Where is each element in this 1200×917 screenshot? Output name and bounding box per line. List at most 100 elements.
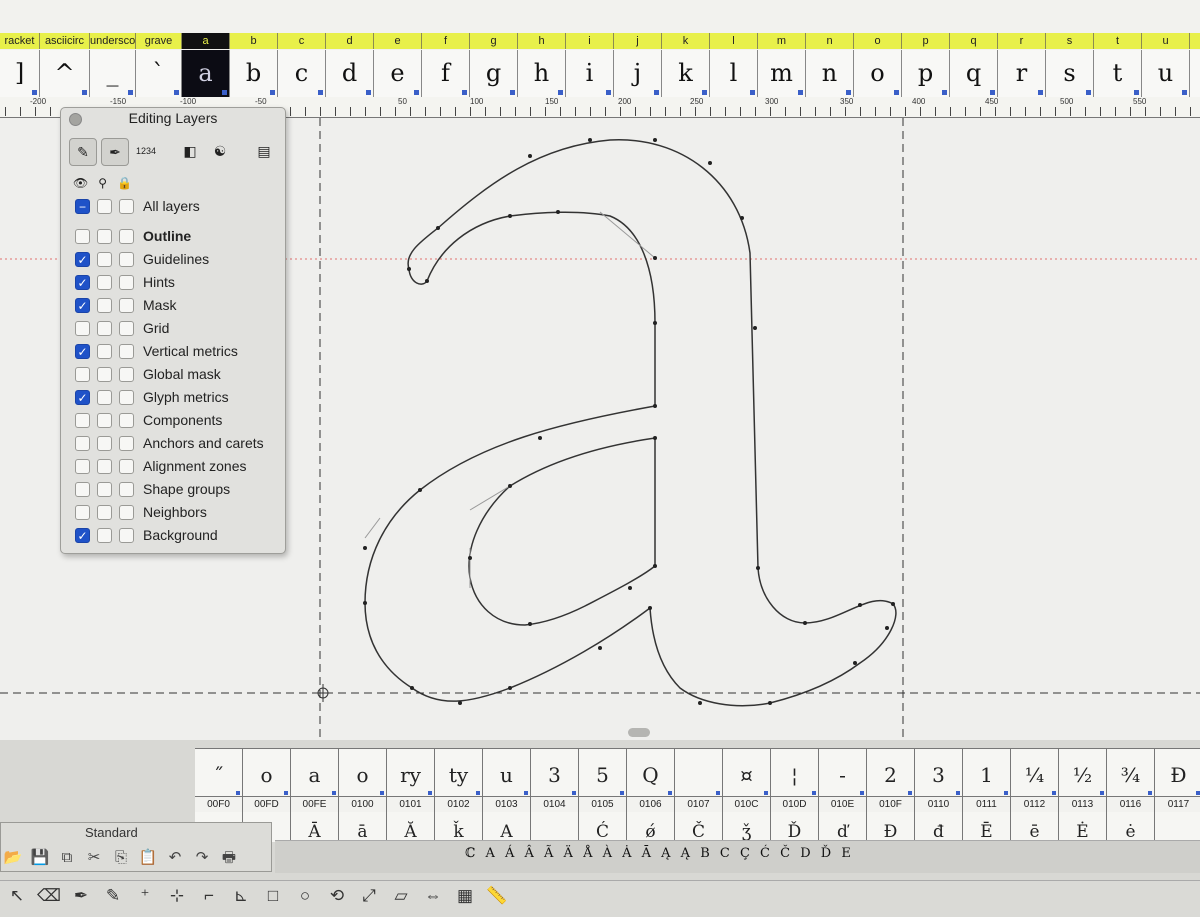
locked-checkbox[interactable] [119,481,134,497]
visible-checkbox[interactable] [75,366,90,382]
glyph-name-16[interactable]: m [758,33,806,49]
print-icon[interactable]: 🖶 [218,848,240,868]
font-glyph-cell[interactable]: ǿ [627,812,675,842]
paste-icon[interactable]: 📋 [137,848,159,868]
glyph-cell-22[interactable]: s [1046,50,1094,97]
visible-checkbox[interactable]: ✓ [75,251,90,267]
font-code-cell[interactable]: 010E [819,797,867,812]
font-glyph-cell[interactable]: ry [387,749,435,797]
locked-checkbox[interactable] [119,198,134,214]
font-code-cell[interactable]: 010D [771,797,819,812]
glyph-name-24[interactable]: u [1142,33,1190,49]
font-glyph-cell[interactable]: - [819,749,867,797]
glyph-cell-18[interactable]: o [854,50,902,97]
editable-checkbox[interactable] [97,198,112,214]
foreground-pen-icon[interactable]: ✎ [69,138,97,166]
glyph-name-15[interactable]: l [710,33,758,49]
cut-icon[interactable]: ✂ [83,848,105,868]
editable-checkbox[interactable] [97,228,112,244]
locked-checkbox[interactable] [119,527,134,543]
glyph-cell-20[interactable]: q [950,50,998,97]
glyph-name-14[interactable]: k [662,33,710,49]
glyph-cell-19[interactable]: p [902,50,950,97]
copy-icon[interactable]: ⎘ [110,848,132,868]
font-glyph-cell[interactable]: o [339,749,387,797]
glyph-name-9[interactable]: f [422,33,470,49]
font-glyph-cell[interactable]: ǯ [723,812,771,842]
font-glyph-cell[interactable]: Ē [963,812,1011,842]
font-glyph-cell[interactable] [1155,812,1200,842]
locked-checkbox[interactable] [119,458,134,474]
font-glyph-cell[interactable]: Ė [1059,812,1107,842]
glyph-cell-14[interactable]: k [662,50,710,97]
font-glyph-cell[interactable]: A [483,812,531,842]
font-glyph-cell[interactable]: ty [435,749,483,797]
font-code-cell[interactable]: 0110 [915,797,963,812]
font-glyph-cell[interactable]: ¦ [771,749,819,797]
skew-icon[interactable]: ▱ [386,881,416,911]
glyph-cell-13[interactable]: j [614,50,662,97]
font-glyph-cell[interactable]: ¼ [1011,749,1059,797]
glyph-cell-4[interactable]: a [182,50,230,97]
glyph-name-20[interactable]: q [950,33,998,49]
font-glyph-cell[interactable]: ā [339,812,387,842]
font-code-cell[interactable]: 0116 [1107,797,1155,812]
save-icon[interactable]: 💾 [29,848,51,868]
glyph-name-19[interactable]: p [902,33,950,49]
glyph-name-18[interactable]: o [854,33,902,49]
editable-checkbox[interactable] [97,481,112,497]
rotate-icon[interactable]: ⟲ [322,881,352,911]
hv-curve-icon[interactable]: ⊹ [162,881,192,911]
visible-checkbox[interactable] [75,435,90,451]
visible-checkbox[interactable] [75,228,90,244]
glyph-cell-15[interactable]: l [710,50,758,97]
font-glyph-cell[interactable]: Đ [867,812,915,842]
editable-checkbox[interactable] [97,274,112,290]
visible-checkbox[interactable]: ✓ [75,389,90,405]
font-glyph-cell[interactable]: Q [627,749,675,797]
font-glyph-cell[interactable]: Ć [579,812,627,842]
font-glyph-cell[interactable]: Ă [387,812,435,842]
glyph-name-3[interactable]: grave [136,33,182,49]
glyph-name-21[interactable]: r [998,33,1046,49]
font-glyph-cell[interactable]: 5 [579,749,627,797]
font-glyph-cell[interactable]: u [483,749,531,797]
canvas-scrollbar-thumb[interactable] [628,728,650,737]
glyph-name-10[interactable]: g [470,33,518,49]
font-glyph-cell[interactable]: ė [1107,812,1155,842]
locked-checkbox[interactable] [119,228,134,244]
locked-checkbox[interactable] [119,435,134,451]
locked-checkbox[interactable] [119,297,134,313]
editable-checkbox[interactable] [97,435,112,451]
font-code-cell[interactable]: 00FE [291,797,339,812]
tangent-point-icon[interactable]: ⊾ [226,881,256,911]
layers-icon[interactable]: ◧ [177,138,203,164]
font-code-cell[interactable]: 0103 [483,797,531,812]
font-glyph-cell[interactable]: ¾ [1107,749,1155,797]
eraser-icon[interactable]: ⌫ [34,881,64,911]
editable-checkbox[interactable] [97,343,112,359]
visible-checkbox[interactable]: ✓ [75,343,90,359]
font-code-cell[interactable]: 0117 [1155,797,1200,812]
font-code-cell[interactable]: 010F [867,797,915,812]
font-glyph-cell[interactable]: 1 [963,749,1011,797]
editable-checkbox[interactable] [97,458,112,474]
font-code-cell[interactable]: 0101 [387,797,435,812]
font-glyph-cell[interactable]: ǩ [435,812,483,842]
yin-yang-icon[interactable]: ☯ [207,138,233,164]
locked-checkbox[interactable] [119,343,134,359]
font-glyph-cell[interactable]: Ā [291,812,339,842]
visible-checkbox[interactable] [75,504,90,520]
font-glyph-cell[interactable]: đ [915,812,963,842]
locked-checkbox[interactable] [119,412,134,428]
visible-checkbox[interactable] [75,412,90,428]
font-code-cell[interactable]: 0104 [531,797,579,812]
ellipse-icon[interactable]: ○ [290,881,320,911]
editable-checkbox[interactable] [97,366,112,382]
font-code-cell[interactable]: 0100 [339,797,387,812]
font-code-cell[interactable]: 0113 [1059,797,1107,812]
font-glyph-cell[interactable]: Č [675,812,723,842]
font-code-cell[interactable]: 0106 [627,797,675,812]
editable-checkbox[interactable] [97,412,112,428]
glyph-cell-9[interactable]: f [422,50,470,97]
